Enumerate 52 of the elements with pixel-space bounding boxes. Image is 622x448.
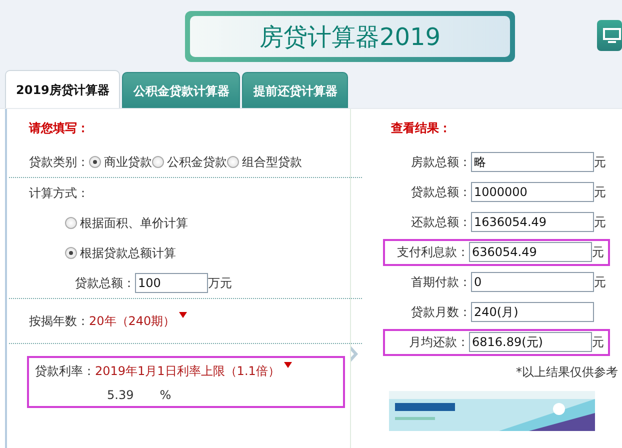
result-field[interactable]: 0 xyxy=(471,272,594,292)
unit-label: % xyxy=(160,387,172,404)
result-field[interactable]: 6816.89(元) xyxy=(469,332,592,352)
rate-dropdown[interactable]: 2019年1月1日利率上限（1.1倍） xyxy=(95,362,292,380)
unit-label: 元 xyxy=(594,274,606,291)
field-label: 按揭年数： xyxy=(29,313,89,330)
monitor-icon xyxy=(603,28,621,44)
result-field[interactable]: 1000000 xyxy=(471,182,594,202)
field-label: 房款总额： xyxy=(410,154,471,171)
radio-label[interactable]: 商业贷款 xyxy=(104,153,152,171)
radio-button[interactable] xyxy=(65,247,77,259)
unit-label: 元 xyxy=(594,214,606,231)
section-heading: 请您填写： xyxy=(29,120,89,137)
field-label: 支付利息款： xyxy=(396,244,469,261)
years-dropdown[interactable]: 20年（240期） xyxy=(89,312,188,330)
field-label: 首期付款： xyxy=(410,274,471,291)
result-field[interactable]: 240(月) xyxy=(471,302,594,322)
radio-label[interactable]: 根据贷款总额计算 xyxy=(80,244,176,262)
note-text: *以上结果仅供参考 xyxy=(515,364,618,381)
tab[interactable]: 2019房贷计算器 xyxy=(5,70,120,108)
dropdown-value: 2019年1月1日利率上限（1.1倍） xyxy=(95,364,280,378)
monitor-button[interactable] xyxy=(597,20,622,51)
unit-label: 元 xyxy=(594,154,606,171)
caret-icon xyxy=(284,362,292,368)
radio-button[interactable] xyxy=(65,217,77,229)
section-heading: 查看结果： xyxy=(391,120,451,137)
caret-icon xyxy=(179,312,188,318)
field-label: 贷款总额： xyxy=(75,275,135,292)
field-label: 月均还款： xyxy=(408,334,469,351)
radio-button[interactable] xyxy=(227,156,239,168)
result-field[interactable]: 略 xyxy=(471,152,594,172)
radio-button[interactable] xyxy=(152,156,164,168)
radio-label[interactable]: 根据面积、单价计算 xyxy=(80,214,188,232)
app-title: 房贷计算器2019 xyxy=(190,16,510,57)
unit-label: 万元 xyxy=(208,275,232,292)
field-label: 计算方式： xyxy=(29,185,89,202)
field-label: 贷款利率： xyxy=(35,363,95,380)
result-field[interactable]: 636054.49 xyxy=(469,242,592,262)
field-label: 还款总额： xyxy=(410,214,471,231)
field-label: 贷款类别： xyxy=(29,154,89,171)
field-label: 贷款月数： xyxy=(410,304,471,321)
field-label: 贷款总额： xyxy=(410,184,471,201)
radio-label[interactable]: 组合型贷款 xyxy=(242,153,302,171)
dropdown-value: 20年（240期） xyxy=(89,314,176,328)
amount-field[interactable]: 100 xyxy=(135,273,208,293)
radio-label[interactable]: 公积金贷款 xyxy=(167,153,227,171)
unit-label: 元 xyxy=(592,334,604,351)
unit-label: 元 xyxy=(594,184,606,201)
result-field[interactable]: 1636054.49 xyxy=(471,212,594,232)
unit-label: 元 xyxy=(592,244,604,261)
radio-button[interactable] xyxy=(89,156,101,168)
rate-value: 5.39 xyxy=(107,387,134,404)
